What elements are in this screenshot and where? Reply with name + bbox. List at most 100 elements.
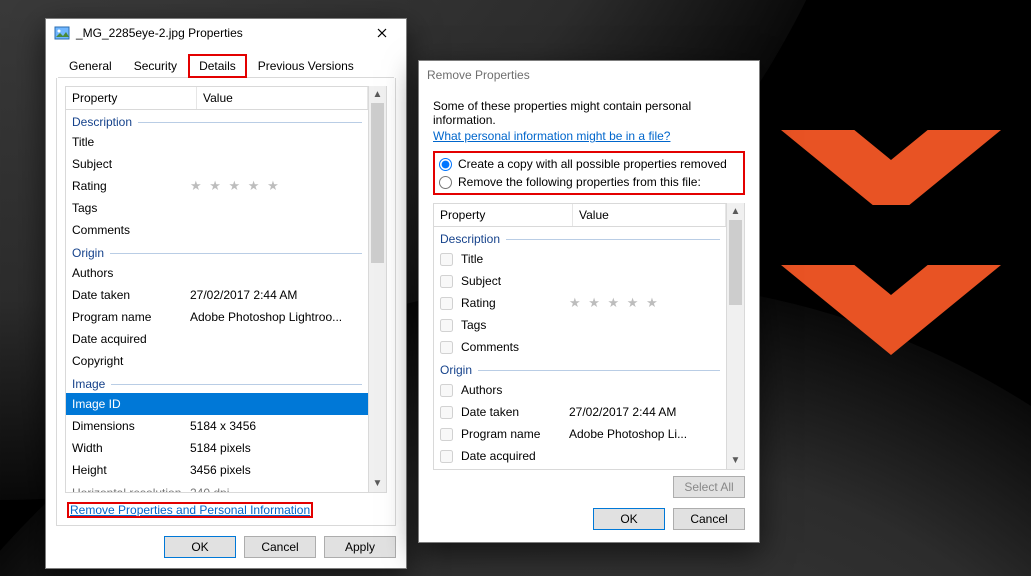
ok-button[interactable]: OK (593, 508, 665, 530)
checkbox[interactable] (440, 253, 453, 266)
list-item[interactable]: Program nameAdobe Photoshop Lightroo... (66, 306, 368, 328)
personal-info-link[interactable]: What personal information might be in a … (433, 129, 670, 143)
property-value: ★ ★ ★ ★ ★ (569, 295, 720, 311)
window-title: _MG_2285eye-2.jpg Properties (76, 26, 362, 40)
property-name: Authors (72, 266, 190, 280)
titlebar[interactable]: Remove Properties (419, 61, 759, 89)
list-item[interactable]: Date acquired (434, 445, 726, 467)
property-name: Height (72, 463, 190, 477)
grid-header: Property Value (433, 203, 727, 227)
list-item[interactable]: Title (66, 131, 368, 153)
header-property[interactable]: Property (66, 87, 197, 109)
list-item[interactable]: Comments (434, 336, 726, 358)
list-item[interactable]: Subject (434, 270, 726, 292)
property-name: Copyright (72, 354, 190, 368)
checkbox[interactable] (440, 428, 453, 441)
property-name: Horizontal resolution (72, 486, 190, 493)
list-item[interactable]: Image ID (66, 393, 368, 415)
list-item[interactable]: Height3456 pixels (66, 459, 368, 481)
list-item[interactable]: Rating★ ★ ★ ★ ★ (66, 175, 368, 197)
property-value: Adobe Photoshop Lightroo... (190, 310, 362, 324)
property-list[interactable]: DescriptionTitle Subject Rating★ ★ ★ ★ ★ Ta… (65, 110, 369, 493)
list-item[interactable]: Rating ★ ★ ★ ★ ★ (434, 292, 726, 314)
background-chevrons (781, 130, 1001, 400)
property-list[interactable]: DescriptionTitleSubjectRating★ ★ ★ ★ ★Ta… (433, 227, 727, 470)
list-item[interactable]: Dimensions5184 x 3456 (66, 415, 368, 437)
property-name: Date acquired (461, 449, 565, 463)
grid-header: Property Value (65, 86, 369, 110)
scrollbar[interactable]: ▲ ▼ (369, 86, 387, 493)
list-item[interactable]: Tags (66, 197, 368, 219)
property-value: ★ ★ ★ ★ ★ (190, 178, 362, 194)
select-all-button[interactable]: Select All (673, 476, 745, 498)
list-item[interactable]: Comments (66, 219, 368, 241)
list-item[interactable]: Authors (66, 262, 368, 284)
checkbox[interactable] (440, 450, 453, 463)
scroll-down-icon[interactable]: ▼ (369, 475, 386, 492)
radio-remove-following[interactable]: Remove the following properties from thi… (439, 173, 739, 191)
checkbox[interactable] (440, 297, 453, 310)
section-image: Image (66, 372, 368, 393)
property-value: 5184 pixels (190, 441, 362, 455)
property-name: Date taken (72, 288, 190, 302)
section-description: Description (66, 110, 368, 131)
titlebar[interactable]: _MG_2285eye-2.jpg Properties (46, 19, 406, 47)
tab-general[interactable]: General (58, 54, 123, 78)
radio-remove-following-input[interactable] (439, 176, 452, 189)
property-name: Dimensions (72, 419, 190, 433)
checkbox[interactable] (440, 384, 453, 397)
property-name: Date taken (461, 405, 565, 419)
apply-button[interactable]: Apply (324, 536, 396, 558)
list-item[interactable]: Copyright (66, 350, 368, 372)
property-name: Tags (72, 201, 190, 215)
list-item[interactable]: Subject (66, 153, 368, 175)
list-item[interactable]: Horizontal resolution240 dpi (66, 481, 368, 493)
header-value[interactable]: Value (573, 204, 726, 226)
cancel-button[interactable]: Cancel (673, 508, 745, 530)
property-name: Authors (461, 383, 565, 397)
property-value: Adobe Photoshop Li... (569, 427, 720, 441)
image-file-icon (54, 25, 70, 41)
list-item[interactable]: Tags (434, 314, 726, 336)
property-name: Subject (72, 157, 190, 171)
list-item[interactable]: Copyright (434, 467, 726, 470)
scroll-down-icon[interactable]: ▼ (727, 452, 744, 469)
tab-previous-versions[interactable]: Previous Versions (247, 54, 365, 78)
property-value: 3456 pixels (190, 463, 362, 477)
header-property[interactable]: Property (434, 204, 573, 226)
checkbox[interactable] (440, 275, 453, 288)
property-name: Comments (461, 340, 565, 354)
list-item[interactable]: Program nameAdobe Photoshop Li... (434, 423, 726, 445)
radio-create-copy[interactable]: Create a copy with all possible properti… (439, 155, 739, 173)
list-item[interactable]: Date taken27/02/2017 2:44 AM (66, 284, 368, 306)
radio-create-copy-label: Create a copy with all possible properti… (458, 157, 727, 171)
property-name: Title (461, 252, 565, 266)
scroll-up-icon[interactable]: ▲ (727, 203, 744, 220)
scroll-up-icon[interactable]: ▲ (369, 86, 386, 103)
checkbox[interactable] (440, 341, 453, 354)
checkbox[interactable] (440, 319, 453, 332)
property-name: Rating (461, 296, 565, 310)
list-item[interactable]: Title (434, 248, 726, 270)
scrollbar[interactable]: ▲ ▼ (727, 203, 745, 470)
list-item[interactable]: Width5184 pixels (66, 437, 368, 459)
remove-properties-link[interactable]: Remove Properties and Personal Informati… (67, 502, 313, 518)
radio-create-copy-input[interactable] (439, 158, 452, 171)
tab-details[interactable]: Details (188, 54, 247, 78)
property-name: Tags (461, 318, 565, 332)
property-name: Program name (72, 310, 190, 324)
cancel-button[interactable]: Cancel (244, 536, 316, 558)
list-item[interactable]: Authors (434, 379, 726, 401)
intro-text: Some of these properties might contain p… (433, 99, 745, 127)
close-button[interactable] (362, 21, 402, 45)
property-name: Date acquired (72, 332, 190, 346)
header-value[interactable]: Value (197, 87, 368, 109)
list-item[interactable]: Date taken27/02/2017 2:44 AM (434, 401, 726, 423)
radio-group: Create a copy with all possible properti… (433, 151, 745, 195)
checkbox[interactable] (440, 406, 453, 419)
section-origin: Origin (66, 241, 368, 262)
ok-button[interactable]: OK (164, 536, 236, 558)
list-item[interactable]: Date acquired (66, 328, 368, 350)
tab-security[interactable]: Security (123, 54, 188, 78)
section-origin: Origin (434, 358, 726, 379)
